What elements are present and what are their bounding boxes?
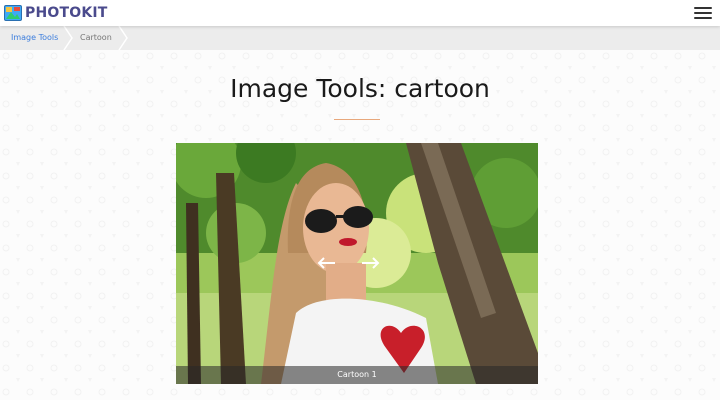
hamburger-menu-icon[interactable]	[694, 6, 712, 20]
page-title: Image Tools: cartoon	[230, 74, 490, 103]
brand-logo[interactable]: PHOTOKIT	[4, 4, 108, 22]
menu-line	[694, 17, 712, 19]
menu-line	[694, 12, 712, 14]
brand-name: PHOTOKIT	[25, 5, 108, 21]
cartoon-result-image	[176, 143, 538, 384]
photokit-logo-icon	[4, 5, 22, 21]
breadcrumb: Image Tools Cartoon	[0, 26, 720, 50]
chevron-right-icon	[118, 26, 128, 50]
arrow-left-icon[interactable]	[316, 255, 336, 271]
breadcrumb-item-cartoon: Cartoon	[80, 33, 112, 42]
cartoon-photo	[176, 143, 538, 384]
image-caption-bar: Cartoon 1	[176, 366, 538, 384]
top-navbar: PHOTOKIT	[0, 0, 720, 26]
menu-line	[694, 7, 712, 9]
chevron-right-icon	[63, 26, 73, 50]
breadcrumb-item-image-tools[interactable]: Image Tools	[11, 26, 58, 50]
image-caption: Cartoon 1	[337, 370, 377, 379]
arrow-right-icon[interactable]	[361, 255, 381, 271]
title-divider	[334, 119, 380, 120]
